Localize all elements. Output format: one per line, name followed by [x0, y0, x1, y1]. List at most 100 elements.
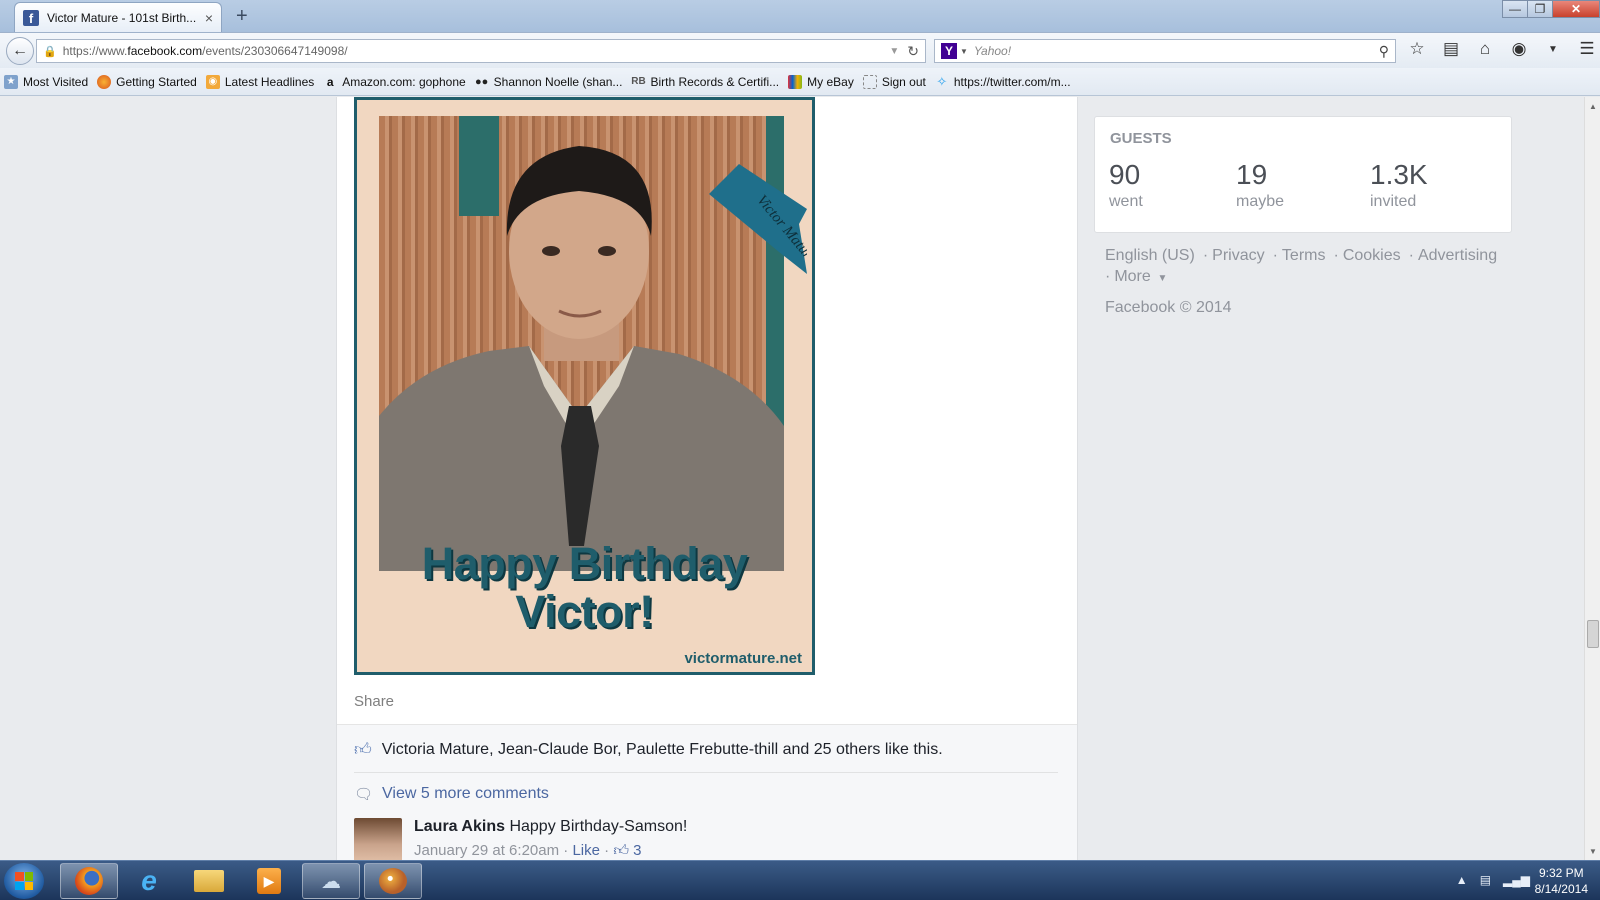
internet-explorer-icon: e	[141, 865, 157, 896]
media-player-icon: ▶	[257, 868, 281, 894]
comment-bubble-icon: 🗨︎	[354, 786, 374, 803]
footer-link-advertising[interactable]: Advertising	[1418, 247, 1497, 264]
tab-close-icon[interactable]: ×	[205, 10, 213, 26]
taskbar-internet-explorer[interactable]: e	[120, 863, 178, 899]
start-button[interactable]	[4, 863, 44, 899]
rss-icon: ◉	[205, 74, 220, 89]
comment-like-count[interactable]: 3	[633, 842, 641, 859]
scroll-thumb[interactable]	[1587, 620, 1599, 648]
comment-item: Laura Akins Happy Birthday-Samson! Janua…	[354, 818, 687, 860]
home-icon[interactable]: ⌂	[1474, 39, 1496, 61]
likes-summary: 👍︎ Victoria Mature, Jean-Claude Bor, Pau…	[354, 739, 943, 760]
minimize-icon[interactable]: —	[1502, 0, 1528, 18]
footer-copyright: Facebook © 2014	[1105, 299, 1232, 316]
bookmark-amazon[interactable]: a Amazon.com: gophone	[323, 74, 466, 89]
view-more-label[interactable]: View 5 more comments	[382, 785, 549, 803]
bookmark-most-visited[interactable]: ★ Most Visited	[4, 74, 88, 89]
search-input[interactable]: Yahoo!	[974, 44, 1379, 58]
footer-dot: ·	[1333, 247, 1339, 264]
footer-dot: ·	[1272, 247, 1278, 264]
browser-tab[interactable]: f Victor Mature - 101st Birth... ×	[14, 2, 222, 32]
bookmark-shannon-noelle[interactable]: ●● Shannon Noelle (shan...	[475, 75, 622, 89]
lock-icon: 🔒	[43, 45, 57, 58]
photo-caption-line2: Victor!	[515, 586, 654, 637]
divider	[354, 772, 1058, 773]
meta-dot: ·	[604, 842, 614, 859]
view-more-comments[interactable]: 🗨︎ View 5 more comments	[354, 785, 549, 803]
taskbar-explorer[interactable]	[180, 863, 238, 899]
bookmark-star-icon[interactable]: ☆	[1406, 39, 1428, 61]
footer-link-language[interactable]: English (US)	[1105, 247, 1195, 264]
birthday-photo[interactable]: Victor Mature Happy Birthday Victor! vic…	[354, 97, 815, 675]
scroll-down-icon[interactable]: ▼	[1586, 844, 1600, 858]
engine-dropdown-icon[interactable]: ▼	[960, 47, 968, 56]
comment-timestamp[interactable]: January 29 at 6:20am	[414, 842, 559, 859]
photo-caption: Happy Birthday Victor!	[357, 540, 812, 636]
new-tab-button[interactable]: +	[236, 5, 248, 28]
rb-icon: RB	[631, 76, 646, 87]
search-bar[interactable]: Y ▼ Yahoo! ⚲	[934, 39, 1396, 63]
folder-icon	[194, 870, 224, 892]
likes-text[interactable]: Victoria Mature, Jean-Claude Bor, Paulet…	[382, 741, 943, 759]
browser-tab-strip: f Victor Mature - 101st Birth... × + — ❐…	[0, 0, 1600, 32]
taskbar-firefox[interactable]	[60, 863, 118, 899]
reload-icon[interactable]: ↻	[907, 43, 919, 60]
bookmark-twitter[interactable]: ✧ https://twitter.com/m...	[935, 74, 1070, 89]
feedback-section: 👍︎ Victoria Mature, Jean-Claude Bor, Pau…	[337, 724, 1077, 860]
guests-invited[interactable]: 1.3K invited	[1370, 159, 1428, 211]
taskbar-media-player[interactable]: ▶	[240, 863, 298, 899]
clock-time: 9:32 PM	[1538, 866, 1584, 880]
footer-dot: ·	[1105, 268, 1111, 285]
back-button[interactable]: ←	[6, 37, 34, 65]
bookmark-latest-headlines[interactable]: ◉ Latest Headlines	[205, 74, 314, 89]
menu-icon[interactable]: ☰	[1576, 39, 1598, 61]
url-dropdown-icon[interactable]: ▼	[889, 46, 899, 57]
addon-dropdown-icon[interactable]: ▼	[1542, 39, 1564, 61]
facebook-favicon-icon: f	[23, 9, 39, 26]
firefox-icon	[75, 867, 103, 895]
guests-maybe[interactable]: 19 maybe	[1236, 159, 1284, 211]
windows-taskbar: e ▶ ☁ ▲ ▤ ▂▄▆ 9:32 PM 8/14/2014	[0, 860, 1600, 900]
address-bar[interactable]: 🔒 https://www.facebook.com/events/230306…	[36, 39, 926, 63]
bookmark-sign-out[interactable]: Sign out	[862, 74, 926, 89]
chevron-down-icon: ▼	[1154, 273, 1168, 284]
footer-dot: ·	[1202, 247, 1209, 264]
close-window-icon[interactable]: ✕	[1552, 0, 1600, 18]
page-footer: English (US) · Privacy · Terms · Cookies · Adver…	[1105, 245, 1525, 318]
taskbar-network[interactable]: ☁	[302, 863, 360, 899]
system-clock[interactable]: 9:32 PM 8/14/2014	[1535, 865, 1588, 897]
footer-link-cookies[interactable]: Cookies	[1343, 247, 1401, 264]
share-link[interactable]: Share	[354, 693, 394, 710]
avatar[interactable]	[354, 818, 402, 860]
page-scrollbar[interactable]: ▲ ▼	[1584, 97, 1600, 860]
photo-caption-line1: Happy Birthday	[421, 538, 748, 589]
yahoo-engine-icon[interactable]: Y	[941, 43, 957, 59]
search-icon[interactable]: ⚲	[1379, 43, 1389, 60]
action-center-icon[interactable]: ▤	[1480, 873, 1491, 887]
maybe-label: maybe	[1236, 193, 1285, 210]
maximize-icon[interactable]: ❐	[1527, 0, 1553, 18]
event-post: Victor Mature Happy Birthday Victor! vic…	[336, 97, 1078, 860]
addon-icon[interactable]: ◉	[1508, 39, 1530, 61]
comment-author[interactable]: Laura Akins	[414, 818, 505, 835]
network-signal-icon[interactable]: ▂▄▆	[1503, 873, 1530, 887]
bookmark-getting-started[interactable]: Getting Started	[97, 74, 197, 89]
network-app-icon: ☁	[321, 870, 341, 893]
guests-went[interactable]: 90 went	[1109, 159, 1143, 211]
show-hidden-icons-icon[interactable]: ▲	[1456, 873, 1468, 887]
scroll-up-icon[interactable]: ▲	[1586, 99, 1600, 113]
amazon-icon: a	[326, 74, 334, 89]
taskbar-paint[interactable]	[364, 863, 422, 899]
clock-date: 8/14/2014	[1534, 882, 1588, 896]
comment-text: Happy Birthday-Samson!	[509, 818, 688, 835]
bookmark-my-ebay[interactable]: My eBay	[788, 74, 854, 89]
footer-link-terms[interactable]: Terms	[1282, 247, 1326, 264]
went-count: 90	[1109, 159, 1141, 190]
invited-count: 1.3K	[1370, 159, 1428, 190]
invited-label: invited	[1370, 193, 1417, 210]
footer-link-privacy[interactable]: Privacy	[1212, 247, 1264, 264]
bookmarks-menu-icon[interactable]: ▤	[1440, 39, 1462, 61]
footer-more[interactable]: More	[1114, 268, 1150, 285]
bookmark-birth-records[interactable]: RB Birth Records & Certifi...	[631, 75, 779, 89]
comment-like-link[interactable]: Like	[572, 842, 600, 859]
